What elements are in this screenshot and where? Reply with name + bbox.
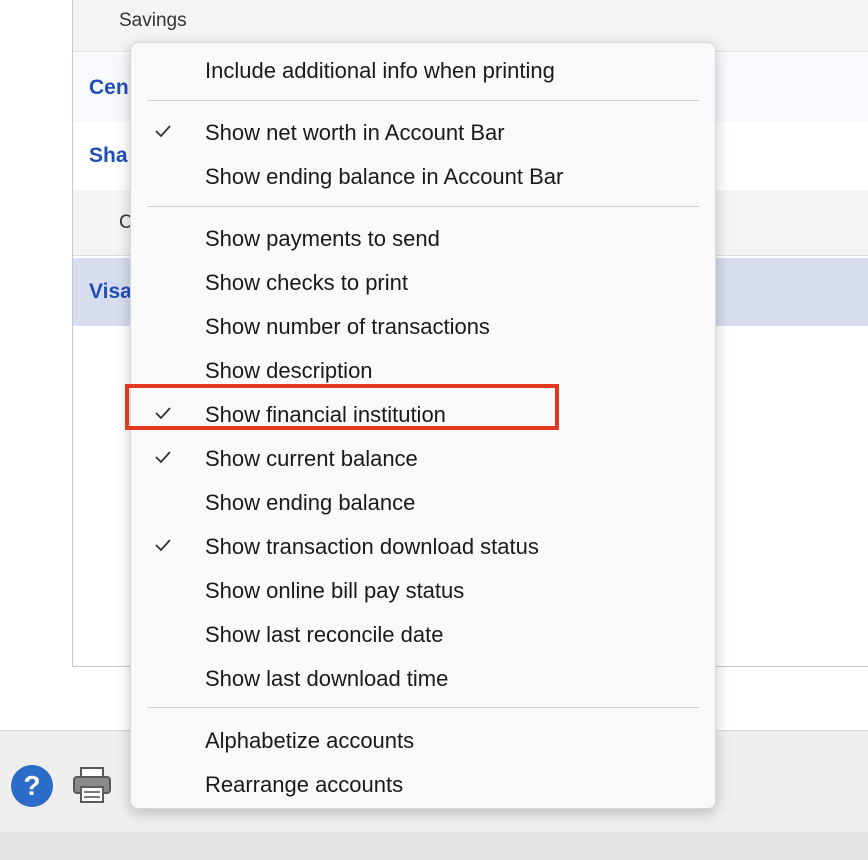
help-glyph: ?	[23, 770, 41, 801]
account-name[interactable]: Visa	[89, 280, 132, 304]
menu-item-show-number-of-transactions[interactable]: Show number of transactions	[131, 305, 715, 345]
printer-icon[interactable]	[72, 766, 112, 804]
menu-item-show-last-download-time[interactable]: Show last download time	[131, 657, 715, 697]
menu-separator	[147, 100, 699, 101]
menu-item-label: Rearrange accounts	[205, 772, 404, 797]
menu-item-show-last-reconcile-date[interactable]: Show last reconcile date	[131, 613, 715, 653]
menu-item-label: Alphabetize accounts	[205, 728, 415, 753]
checkmark-icon	[155, 451, 171, 464]
menu-item-label: Show number of transactions	[205, 314, 490, 339]
help-icon[interactable]: ?	[11, 765, 53, 807]
menu-item-label: Show ending balance in Account Bar	[205, 164, 564, 189]
account-name[interactable]: Sha	[89, 144, 128, 168]
menu-item-show-ending-balance[interactable]: Show ending balance	[131, 481, 715, 521]
menu-item-include-additional-info[interactable]: Include additional info when printing	[131, 49, 715, 89]
menu-item-show-online-bill-pay-status[interactable]: Show online bill pay status	[131, 569, 715, 609]
menu-item-show-net-worth[interactable]: Show net worth in Account Bar	[131, 111, 715, 151]
menu-item-show-transaction-download-status[interactable]: Show transaction download status	[131, 525, 715, 565]
window-bottom-strip	[0, 832, 868, 860]
account-name[interactable]: Cen	[89, 76, 129, 100]
menu-separator	[147, 707, 699, 708]
checkmark-icon	[155, 125, 171, 138]
menu-item-label: Show description	[205, 358, 373, 383]
menu-item-show-ending-balance-account-bar[interactable]: Show ending balance in Account Bar	[131, 155, 715, 195]
menu-item-show-description[interactable]: Show description	[131, 349, 715, 389]
menu-item-label: Show transaction download status	[205, 534, 539, 559]
menu-item-label: Include additional info when printing	[205, 58, 555, 83]
highlight-annotation-box	[125, 384, 559, 430]
menu-item-rearrange-accounts[interactable]: Rearrange accounts	[131, 763, 715, 803]
menu-separator	[147, 206, 699, 207]
group-header-label: Savings	[119, 10, 187, 31]
menu-item-label: Show last reconcile date	[205, 622, 444, 647]
menu-item-label: Show payments to send	[205, 226, 440, 251]
menu-item-label: Show net worth in Account Bar	[205, 120, 505, 145]
menu-item-label: Show checks to print	[205, 270, 408, 295]
menu-item-alphabetize-accounts[interactable]: Alphabetize accounts	[131, 719, 715, 759]
menu-item-label: Show last download time	[205, 666, 449, 691]
menu-item-show-checks-to-print[interactable]: Show checks to print	[131, 261, 715, 301]
menu-item-label: Show ending balance	[205, 490, 416, 515]
menu-item-label: Show current balance	[205, 446, 418, 471]
checkmark-icon	[155, 539, 171, 552]
menu-item-show-payments-to-send[interactable]: Show payments to send	[131, 217, 715, 257]
menu-item-label: Show online bill pay status	[205, 578, 465, 603]
menu-item-show-current-balance[interactable]: Show current balance	[131, 437, 715, 477]
